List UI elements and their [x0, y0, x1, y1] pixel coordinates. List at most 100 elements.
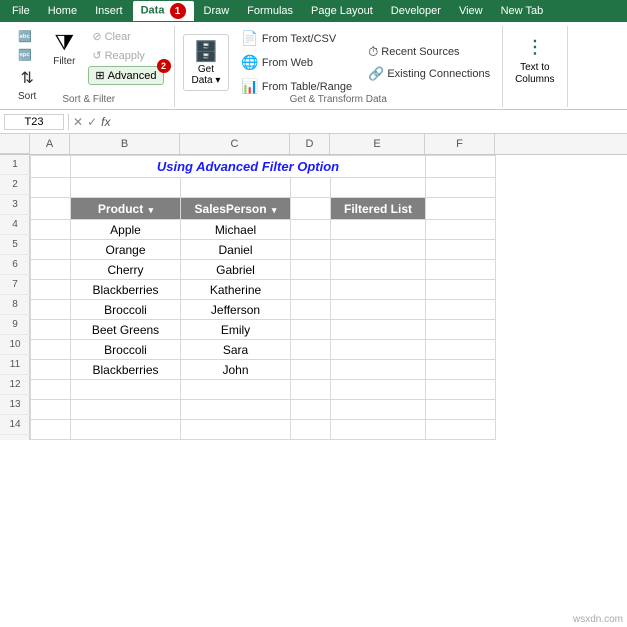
connections-icon: 🔗 [368, 66, 384, 82]
formula-input[interactable] [114, 115, 623, 129]
cell-b5[interactable]: Orange [71, 240, 181, 260]
menu-developer[interactable]: Developer [383, 3, 449, 19]
cell-f8[interactable] [426, 300, 496, 320]
cell-c4[interactable]: Michael [181, 220, 291, 240]
col-header-f[interactable]: F [425, 134, 495, 154]
cell-c7[interactable]: Katherine [181, 280, 291, 300]
cell-f2[interactable] [426, 178, 496, 198]
cell-a7[interactable] [31, 280, 71, 300]
cell-b10[interactable]: Broccoli [71, 340, 181, 360]
cell-e4[interactable] [331, 220, 426, 240]
sort-za-button[interactable]: 🔤 [14, 46, 40, 63]
cell-d4[interactable] [291, 220, 331, 240]
cell-f7[interactable] [426, 280, 496, 300]
cell-b3-product[interactable]: Product ▾ [71, 198, 181, 220]
cell-d8[interactable] [291, 300, 331, 320]
cell-c6[interactable]: Gabriel [181, 260, 291, 280]
cell-c3-salesperson[interactable]: SalesPerson ▾ [181, 198, 291, 220]
cell-c10[interactable]: Sara [181, 340, 291, 360]
cell-a10[interactable] [31, 340, 71, 360]
cell-f1[interactable] [426, 156, 496, 178]
cell-e5[interactable] [331, 240, 426, 260]
row-num-2: 2 [0, 175, 30, 195]
cell-e9[interactable] [331, 320, 426, 340]
cell-e3-filtered[interactable]: Filtered List [331, 198, 426, 220]
cell-a9[interactable] [31, 320, 71, 340]
menu-file[interactable]: File [4, 3, 38, 19]
product-dropdown-arrow[interactable]: ▾ [149, 205, 154, 215]
cell-d9[interactable] [291, 320, 331, 340]
cell-b4[interactable]: Apple [71, 220, 181, 240]
col-header-a[interactable]: A [30, 134, 70, 154]
cell-f10[interactable] [426, 340, 496, 360]
advanced-button[interactable]: ⊞ Advanced 2 [88, 66, 163, 85]
cell-c8[interactable]: Jefferson [181, 300, 291, 320]
from-web-button[interactable]: 🌐 From Web [237, 52, 356, 73]
menu-view[interactable]: View [451, 3, 491, 19]
cell-b1-title[interactable]: Using Advanced Filter Option [71, 156, 426, 178]
cell-b7[interactable]: Blackberries [71, 280, 181, 300]
menu-formulas[interactable]: Formulas [239, 3, 301, 19]
clear-button[interactable]: ⊘ Clear [88, 28, 163, 45]
cell-c9[interactable]: Emily [181, 320, 291, 340]
menu-draw[interactable]: Draw [196, 3, 238, 19]
cell-d2[interactable] [291, 178, 331, 198]
salesperson-dropdown-arrow[interactable]: ▾ [272, 205, 277, 215]
cell-c11[interactable]: John [181, 360, 291, 380]
cell-b2[interactable] [71, 178, 181, 198]
cell-d10[interactable] [291, 340, 331, 360]
cell-e10[interactable] [331, 340, 426, 360]
cell-f4[interactable] [426, 220, 496, 240]
cell-c2[interactable] [181, 178, 291, 198]
filter-button[interactable]: ⧩ Filter [46, 28, 82, 69]
cell-f11[interactable] [426, 360, 496, 380]
col-header-c[interactable]: C [180, 134, 290, 154]
cell-a3[interactable] [31, 198, 71, 220]
cell-a1[interactable] [31, 156, 71, 178]
cell-a8[interactable] [31, 300, 71, 320]
menu-page-layout[interactable]: Page Layout [303, 3, 381, 19]
col-header-b[interactable]: B [70, 134, 180, 154]
cell-e2[interactable] [331, 178, 426, 198]
existing-connections-button[interactable]: 🔗 Existing Connections [364, 64, 494, 84]
cell-d5[interactable] [291, 240, 331, 260]
cell-b8[interactable]: Broccoli [71, 300, 181, 320]
cell-a4[interactable] [31, 220, 71, 240]
col-header-e[interactable]: E [330, 134, 425, 154]
cell-f5[interactable] [426, 240, 496, 260]
cell-f9[interactable] [426, 320, 496, 340]
menu-home[interactable]: Home [40, 3, 85, 19]
cell-b11[interactable]: Blackberries [71, 360, 181, 380]
from-text-csv-button[interactable]: 📄 From Text/CSV [237, 28, 356, 49]
cell-b6[interactable]: Cherry [71, 260, 181, 280]
sort-az-button[interactable]: 🔤 [14, 28, 40, 45]
cell-e6[interactable] [331, 260, 426, 280]
cell-f3[interactable] [426, 198, 496, 220]
reapply-button[interactable]: ↺ Reapply [88, 47, 163, 64]
recent-sources-button[interactable]: ⏱ Recent Sources [364, 42, 494, 62]
menu-new-tab[interactable]: New Tab [493, 3, 552, 19]
menu-insert[interactable]: Insert [87, 3, 131, 19]
row-num-3: 3 [0, 195, 30, 215]
corner-cell [0, 134, 30, 154]
sort-button[interactable]: ⇅ Sort [14, 66, 40, 104]
cell-a6[interactable] [31, 260, 71, 280]
get-data-button[interactable]: 🗄️ GetData ▾ [183, 34, 230, 91]
col-header-d[interactable]: D [290, 134, 330, 154]
cell-d3[interactable] [291, 198, 331, 220]
cell-b9[interactable]: Beet Greens [71, 320, 181, 340]
cell-e7[interactable] [331, 280, 426, 300]
text-to-columns-button[interactable]: ⫶ Text to Columns [511, 34, 558, 88]
cell-a2[interactable] [31, 178, 71, 198]
row-num-8: 8 [0, 295, 30, 315]
cell-d6[interactable] [291, 260, 331, 280]
menu-data[interactable]: Data 1 [133, 1, 194, 21]
cell-c5[interactable]: Daniel [181, 240, 291, 260]
cell-a11[interactable] [31, 360, 71, 380]
cell-a5[interactable] [31, 240, 71, 260]
cell-d7[interactable] [291, 280, 331, 300]
cell-f6[interactable] [426, 260, 496, 280]
cell-e11[interactable] [331, 360, 426, 380]
cell-e8[interactable] [331, 300, 426, 320]
cell-d11[interactable] [291, 360, 331, 380]
